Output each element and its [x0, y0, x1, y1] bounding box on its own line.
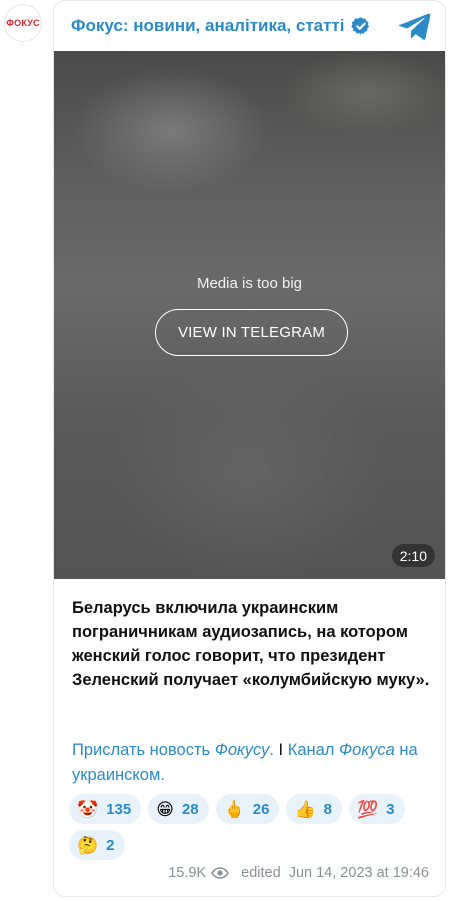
- view-count: 15.9K: [168, 865, 207, 881]
- channel-title[interactable]: Фокус: новини, аналітика, статті: [71, 16, 345, 36]
- reaction-hundred[interactable]: 💯 3: [349, 794, 405, 824]
- middle-finger-emoji-icon: 🖕: [223, 799, 245, 819]
- grin-emoji-icon: 😁: [156, 799, 174, 819]
- reaction-thinking[interactable]: 🤔 2: [69, 830, 125, 860]
- reactions-bar: 🤡 135 😁 28 🖕 26 👍 8 💯 3 🤔 2: [69, 794, 439, 860]
- verified-badge-icon: [350, 16, 371, 36]
- send-news-link-italic: Фокусу: [214, 741, 270, 759]
- reaction-grin[interactable]: 😁 28: [148, 794, 209, 824]
- media-too-big-message: Media is too big: [196, 275, 303, 292]
- thumbs-up-emoji-icon: 👍: [294, 799, 316, 819]
- view-in-telegram-button[interactable]: VIEW IN TELEGRAM: [155, 309, 348, 356]
- post-footer: 15.9K edited Jun 14, 2023 at 19:46: [168, 865, 429, 881]
- links-separator: I: [273, 741, 288, 759]
- channel-link-prefix: Канал: [287, 741, 340, 759]
- reaction-count: 28: [181, 800, 199, 818]
- channel-link-italic: Фокуса: [339, 741, 395, 759]
- reaction-count: 2: [106, 836, 115, 854]
- reaction-clown[interactable]: 🤡 135: [69, 794, 142, 824]
- edited-timestamp: edited Jun 14, 2023 at 19:46: [241, 865, 429, 881]
- channel-avatar[interactable]: ФОКУС: [4, 4, 42, 42]
- avatar-logo-text: ФОКУС: [6, 18, 40, 28]
- video-duration-badge: 2:10: [391, 544, 435, 567]
- reaction-count: 8: [323, 800, 332, 818]
- reaction-count: 135: [106, 800, 132, 818]
- post-text: Беларусь включила украинским пограничник…: [72, 599, 430, 689]
- post-card: Фокус: новини, аналітика, статті Media i…: [53, 0, 446, 897]
- send-news-link[interactable]: Прислать новость Фокусу.: [72, 741, 274, 759]
- post-header: Фокус: новини, аналітика, статті: [54, 1, 445, 51]
- eye-icon: [211, 867, 230, 879]
- reaction-middle-finger[interactable]: 🖕 26: [215, 794, 280, 824]
- clown-emoji-icon: 🤡: [77, 799, 99, 819]
- video-preview[interactable]: Media is too big VIEW IN TELEGRAM 2:10: [54, 51, 445, 579]
- post-links: Прислать новость Фокусу. I Канал Фокуса …: [72, 738, 434, 788]
- telegram-icon[interactable]: [399, 12, 431, 40]
- hundred-emoji-icon: 💯: [357, 799, 379, 819]
- reaction-count: 26: [252, 800, 270, 818]
- reaction-thumbs-up[interactable]: 👍 8: [286, 794, 342, 824]
- thinking-emoji-icon: 🤔: [77, 835, 99, 855]
- reaction-count: 3: [386, 800, 395, 818]
- send-news-link-prefix: Прислать новость: [72, 741, 215, 759]
